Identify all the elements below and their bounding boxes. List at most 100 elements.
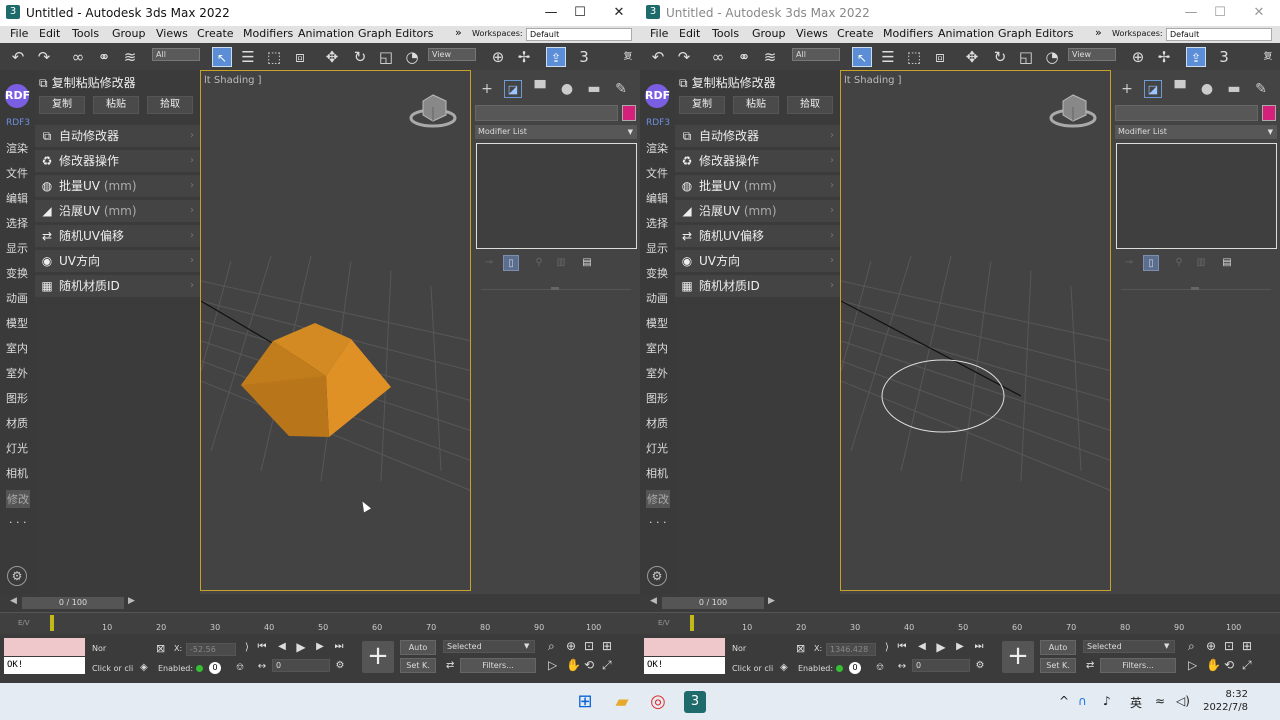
minimize-button[interactable]: — bbox=[1176, 4, 1206, 22]
panel-item-random-material-id[interactable]: ▦ 随机材质ID › bbox=[675, 275, 840, 297]
key-mode-icon[interactable]: ⟩ bbox=[241, 642, 253, 653]
maximize-viewport-icon[interactable]: ⤢ bbox=[1242, 658, 1252, 673]
placement-icon[interactable]: ◔ bbox=[402, 47, 422, 67]
rdf-logo[interactable]: RDF bbox=[5, 84, 30, 108]
current-frame-marker[interactable] bbox=[50, 615, 54, 631]
file-explorer-icon[interactable]: ▰ bbox=[611, 691, 633, 713]
goto-end-icon[interactable]: ⏭ bbox=[973, 641, 985, 652]
create-tab-icon[interactable]: + bbox=[478, 80, 496, 98]
menu-views[interactable]: Views bbox=[796, 27, 828, 40]
scale-icon[interactable]: ◱ bbox=[1016, 47, 1036, 67]
microphone-icon[interactable]: ♪ bbox=[1103, 694, 1111, 708]
set-key-button[interactable]: Set K. bbox=[1040, 658, 1076, 673]
link-icon[interactable]: ∞ bbox=[68, 47, 88, 67]
pick-button[interactable]: 拾取 bbox=[147, 96, 193, 114]
goto-start-icon[interactable]: ⏮ bbox=[896, 641, 908, 652]
panel-item-random-material-id[interactable]: ▦ 随机材质ID › bbox=[35, 275, 200, 297]
fov-icon[interactable]: ▷ bbox=[548, 658, 557, 672]
box-object[interactable] bbox=[241, 323, 391, 437]
menu-group[interactable]: Group bbox=[112, 27, 146, 40]
sidebar-item-select[interactable]: 选择 bbox=[6, 215, 28, 231]
menu-overflow-icon[interactable]: » bbox=[1095, 26, 1102, 39]
maxscript-listener-input[interactable] bbox=[644, 638, 725, 656]
minimize-button[interactable]: — bbox=[536, 4, 566, 22]
menu-tools[interactable]: Tools bbox=[72, 27, 99, 40]
sidebar-item-render[interactable]: 渲染 bbox=[6, 140, 28, 156]
selection-lock-icon[interactable]: ⊠ bbox=[796, 642, 805, 655]
goto-start-icon[interactable]: ⏮ bbox=[256, 641, 268, 652]
show-end-result-icon[interactable]: ▯ bbox=[1143, 255, 1159, 271]
workspaces-dropdown[interactable]: Default bbox=[526, 28, 632, 41]
prev-frame-icon[interactable]: ◀ bbox=[916, 641, 928, 652]
zoom-all-icon[interactable]: ⊕ bbox=[566, 639, 576, 653]
key-filter-dropdown[interactable]: Selected bbox=[1083, 640, 1175, 653]
sidebar-item-transform[interactable]: 变换 bbox=[646, 265, 668, 281]
sidebar-item-interior[interactable]: 室内 bbox=[646, 340, 668, 356]
paste-button[interactable]: 粘贴 bbox=[93, 96, 139, 114]
panel-item-batch-uv[interactable]: ◍ 批量UV (mm) › bbox=[35, 175, 200, 197]
pick-button[interactable]: 拾取 bbox=[787, 96, 833, 114]
unlink-icon[interactable]: ⚭ bbox=[734, 47, 754, 67]
orbit-icon[interactable]: ⟲ bbox=[1224, 658, 1234, 672]
modify-tab-icon[interactable]: ◪ bbox=[504, 80, 522, 98]
menu-views[interactable]: Views bbox=[156, 27, 188, 40]
menu-tools[interactable]: Tools bbox=[712, 27, 739, 40]
gear-icon[interactable]: ⚙ bbox=[647, 566, 667, 586]
sidebar-item-transform[interactable]: 变换 bbox=[6, 265, 28, 281]
panel-item-auto-modifier[interactable]: ⧉ 自动修改器 › bbox=[35, 125, 200, 147]
sidebar-item-file[interactable]: 文件 bbox=[6, 165, 28, 181]
gear-icon[interactable]: ⚙ bbox=[7, 566, 27, 586]
show-end-result-icon[interactable]: ▯ bbox=[503, 255, 519, 271]
sidebar-item-model[interactable]: 模型 bbox=[646, 315, 668, 331]
sidebar-item-camera[interactable]: 相机 bbox=[6, 465, 28, 481]
rotate-icon[interactable]: ↻ bbox=[350, 47, 370, 67]
rectangular-selection-icon[interactable]: ⬚ bbox=[904, 47, 924, 67]
key-mode-toggle-icon[interactable]: ⇄ bbox=[1086, 660, 1094, 671]
sidebar-item-light[interactable]: 灯光 bbox=[646, 440, 668, 456]
time-next-icon[interactable]: ▶ bbox=[128, 596, 135, 606]
maximize-button[interactable]: ☐ bbox=[1205, 4, 1235, 22]
adaptive-degradation-icon[interactable]: ⎊ bbox=[236, 662, 244, 673]
selection-filter-dropdown[interactable]: All bbox=[152, 48, 200, 61]
resize-handle[interactable] bbox=[1191, 287, 1199, 290]
sidebar-item-shape[interactable]: 图形 bbox=[646, 390, 668, 406]
maxscript-listener-input[interactable] bbox=[4, 638, 85, 656]
pivot-center-icon[interactable]: ⊕ bbox=[1128, 47, 1148, 67]
select-object-icon[interactable]: ↖ bbox=[852, 47, 872, 67]
x-coordinate-field[interactable]: 1346.428 bbox=[826, 643, 876, 656]
menu-edit[interactable]: Edit bbox=[39, 27, 60, 40]
reference-coordinate-dropdown[interactable]: View bbox=[1068, 48, 1116, 61]
zoom-extents-all-icon[interactable]: ⊞ bbox=[1242, 639, 1252, 653]
make-unique-icon[interactable]: ⚲ bbox=[531, 255, 547, 271]
zoom-extents-icon[interactable]: ⊡ bbox=[584, 639, 594, 653]
x-coordinate-field[interactable]: -52.56 bbox=[186, 643, 236, 656]
select-by-name-icon[interactable]: ☰ bbox=[878, 47, 898, 67]
add-key-icon[interactable]: + bbox=[1002, 641, 1034, 673]
configure-modifier-sets-icon[interactable]: ▤ bbox=[579, 255, 595, 271]
redo-icon[interactable]: ↷ bbox=[34, 47, 54, 67]
object-name-field[interactable] bbox=[1115, 105, 1258, 121]
goto-end-icon[interactable]: ⏭ bbox=[333, 641, 345, 652]
pivot-center-icon[interactable]: ⊕ bbox=[488, 47, 508, 67]
system-clock[interactable]: 8:32 2022/7/8 bbox=[1200, 688, 1248, 714]
play-icon[interactable]: ▶ bbox=[935, 640, 947, 654]
display-tab-icon[interactable]: ▬ bbox=[585, 80, 603, 98]
selection-filter-dropdown[interactable]: All bbox=[792, 48, 840, 61]
move-icon[interactable]: ✥ bbox=[322, 47, 342, 67]
panel-item-modifier-ops[interactable]: ♻ 修改器操作 › bbox=[35, 150, 200, 172]
panel-item-uv-direction[interactable]: ◉ UV方向 › bbox=[35, 250, 200, 272]
select-by-name-icon[interactable]: ☰ bbox=[238, 47, 258, 67]
pan-icon[interactable]: ✋ bbox=[566, 658, 581, 672]
resize-handle[interactable] bbox=[551, 287, 559, 290]
sidebar-item-modify[interactable]: 修改 bbox=[646, 490, 670, 508]
input-language[interactable]: 英 bbox=[1130, 694, 1142, 711]
sidebar-more[interactable]: · · · bbox=[9, 516, 26, 529]
rectangular-selection-icon[interactable]: ⬚ bbox=[264, 47, 284, 67]
copy-button[interactable]: 复制 bbox=[679, 96, 725, 114]
panel-item-random-uv-offset[interactable]: ⇄ 随机UV偏移 › bbox=[675, 225, 840, 247]
bind-space-warp-icon[interactable]: ≋ bbox=[120, 47, 140, 67]
modifier-stack[interactable] bbox=[476, 143, 637, 249]
menu-create[interactable]: Create bbox=[197, 27, 234, 40]
motion-tab-icon[interactable]: ● bbox=[558, 80, 576, 98]
display-tab-icon[interactable]: ▬ bbox=[1225, 80, 1243, 98]
